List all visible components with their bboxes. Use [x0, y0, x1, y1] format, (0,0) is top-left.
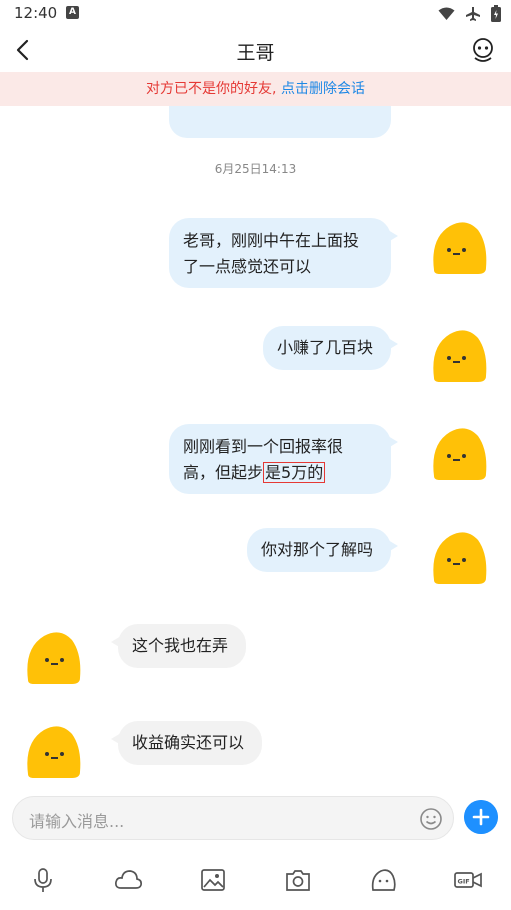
message-bubble-sent[interactable]: 刚刚看到一个回报率很 高，但起步 是5万的 — [169, 424, 398, 494]
message-text: 刚刚看到一个回报率很 — [183, 437, 344, 456]
emoji-icon[interactable] — [419, 807, 443, 831]
notice-text: 对方已不是你的好友, — [146, 81, 277, 97]
image-icon[interactable] — [198, 866, 228, 894]
chat-title: 王哥 — [236, 42, 275, 64]
message-bubble-sent[interactable]: 老哥，刚刚中午在上面投 了一点感觉还可以 — [169, 218, 398, 288]
message-text: 了一点感觉还可以 — [183, 257, 312, 276]
delete-conversation-link[interactable]: 点击删除会话 — [281, 81, 365, 97]
camera-icon[interactable] — [283, 866, 313, 894]
message-input[interactable]: 请输入消息... — [12, 796, 454, 840]
battery-icon — [491, 5, 501, 22]
chat-header: 王哥 — [0, 28, 511, 72]
contact-avatar-icon[interactable] — [22, 722, 82, 780]
message-text: 高，但起步 — [183, 463, 264, 482]
self-avatar-icon[interactable] — [428, 424, 488, 482]
message-input-row: 请输入消息... — [0, 792, 511, 842]
self-avatar-icon[interactable] — [428, 528, 488, 586]
message-bubble-received[interactable]: 收益确实还可以 — [111, 721, 262, 765]
message-text-line: 高，但起步 是5万的 — [183, 460, 377, 486]
cloud-icon[interactable] — [113, 866, 143, 894]
message-text: 收益确实还可以 — [132, 733, 245, 752]
input-placeholder: 请输入消息... — [29, 812, 125, 831]
contact-avatar-icon[interactable] — [22, 628, 82, 686]
message-bubble-sent[interactable]: 小赚了几百块 — [263, 326, 398, 370]
wifi-icon — [438, 7, 455, 20]
mic-icon[interactable] — [28, 866, 58, 894]
not-friend-notice: 对方已不是你的好友, 点击删除会话 — [0, 72, 511, 106]
message-text: 你对那个了解吗 — [261, 540, 374, 559]
svg-text:GIF: GIF — [458, 878, 470, 886]
airplane-icon — [466, 6, 480, 21]
status-bar: 12:40 A — [0, 0, 511, 28]
message-text: 小赚了几百块 — [277, 338, 374, 357]
previous-message-bubble[interactable] — [169, 106, 391, 138]
status-time: 12:40 — [14, 4, 58, 22]
gif-video-icon[interactable]: GIF — [453, 866, 483, 894]
input-toolbar: GIF — [0, 860, 511, 900]
message-text: 这个我也在弄 — [132, 636, 229, 655]
self-avatar-icon[interactable] — [428, 326, 488, 384]
profile-icon[interactable] — [469, 36, 497, 64]
status-icons — [438, 5, 501, 22]
message-bubble-sent[interactable]: 你对那个了解吗 — [247, 528, 398, 572]
message-timestamp: 6月25日14:13 — [214, 162, 297, 176]
message-text: 老哥，刚刚中午在上面投 — [183, 231, 360, 250]
self-avatar-icon[interactable] — [428, 218, 488, 276]
plus-icon[interactable] — [464, 800, 498, 834]
highlighted-text: 是5万的 — [263, 462, 326, 483]
emoji-icon[interactable] — [368, 866, 398, 894]
message-bubble-received[interactable]: 这个我也在弄 — [111, 624, 246, 668]
notification-badge: A — [66, 6, 79, 19]
